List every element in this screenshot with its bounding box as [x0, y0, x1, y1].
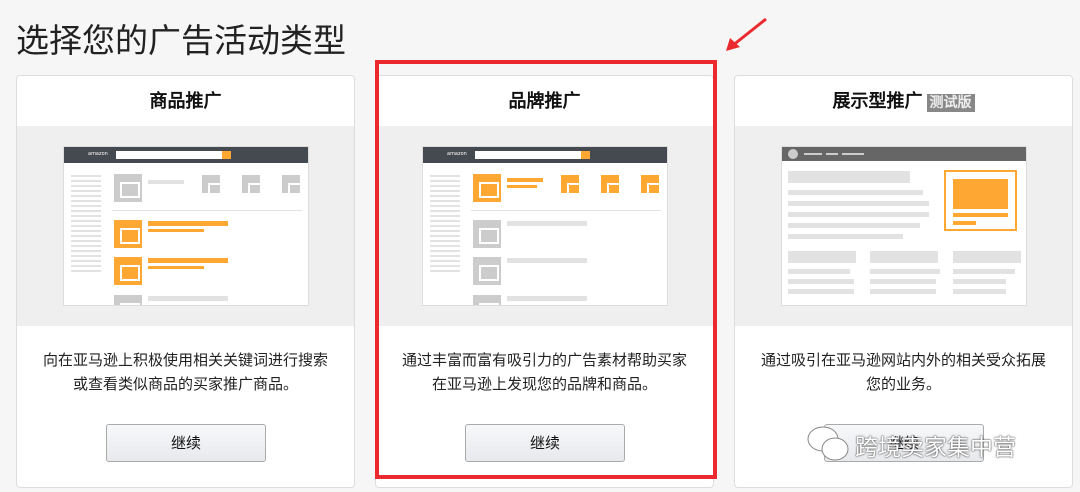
highlight-box — [375, 60, 717, 479]
card-title: 商品推广 — [149, 91, 222, 112]
wechat-icon — [807, 426, 849, 461]
card-sponsored-display[interactable]: 展示型推广 测试版 通过吸引在亚马逊网站内外的相关受众拓展您的业务。 继续 — [734, 75, 1073, 488]
amazon-logo: amazon — [88, 151, 108, 157]
continue-button[interactable]: 继续 — [106, 424, 266, 462]
card-sponsored-products[interactable]: 商品推广 amazon 向在亚马逊上积极使用相关关键词进行搜索或查看类似商品的买… — [16, 75, 355, 488]
preview-illustration — [735, 126, 1072, 326]
card-description: 通过吸引在亚马逊网站内外的相关受众拓展您的业务。 — [760, 351, 1046, 393]
watermark: 跨境卖家集中营 — [855, 435, 1016, 461]
preview-illustration: amazon — [17, 126, 354, 326]
beta-badge: 测试版 — [926, 94, 975, 112]
page-title: 选择您的广告活动类型 — [16, 21, 346, 60]
arrow-icon — [726, 17, 767, 51]
card-description: 向在亚马逊上积极使用相关关键词进行搜索或查看类似商品的买家推广商品。 — [42, 351, 328, 393]
card-title: 展示型推广 — [832, 91, 923, 112]
